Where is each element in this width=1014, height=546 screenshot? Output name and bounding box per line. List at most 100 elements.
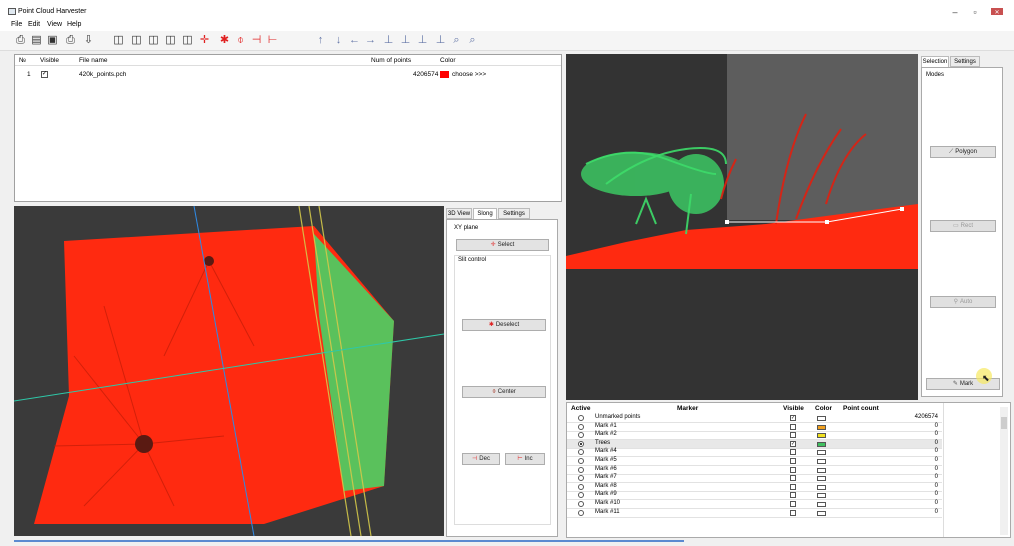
marker-color-swatch[interactable] [817,416,826,421]
tab-selection[interactable]: Selection [921,56,949,67]
marker-active-radio[interactable] [578,458,584,464]
cube-view-4-icon[interactable]: ◫ [164,34,177,47]
marker-row[interactable]: Mark #7 0 [567,474,942,484]
menu-help[interactable]: Help [67,21,81,28]
auto-button[interactable]: ⚲ Auto [930,296,996,308]
cube-view-3-icon[interactable]: ◫ [147,34,160,47]
marker-visible-checkbox[interactable] [790,449,796,456]
marker-active-radio[interactable] [578,509,584,516]
marker-visible-checkbox[interactable]: ✓ [790,440,796,447]
marker-row[interactable]: Unmarked points ✓ 4206574 [567,414,942,423]
marker-visible-checkbox[interactable] [790,509,796,516]
axis-4-icon[interactable]: ⊥ [434,34,447,47]
marker-visible-checkbox[interactable] [790,483,796,490]
axis-1-icon[interactable]: ⊥ [382,34,395,47]
file-row-name[interactable]: 420k_points.pch [79,71,126,78]
arrow-left-icon[interactable]: ← [348,34,361,47]
marker-visible-checkbox[interactable] [790,501,796,507]
rect-button[interactable]: ▭ Rect [930,220,996,232]
new-icon[interactable]: ▤ [30,34,43,47]
polygon-button[interactable]: ⟋ Polygon [930,146,996,158]
center-icon[interactable]: ⌽ [234,34,247,47]
marker-active-radio[interactable] [578,440,584,447]
axis-2-icon[interactable]: ⊥ [399,34,412,47]
marker-color-swatch[interactable] [817,450,826,456]
arrow-down-icon[interactable]: ↓ [332,34,345,47]
menu-file[interactable]: File [11,21,22,28]
marker-row[interactable]: Mark #6 0 [567,466,942,475]
marker-active-radio[interactable] [578,501,584,507]
marker-color-swatch[interactable] [817,441,826,447]
dec-button[interactable]: ⊣ Dec [462,453,500,465]
horizontal-scrollbar[interactable] [0,538,1014,546]
marker-color-swatch[interactable] [817,476,826,482]
marker-color-swatch[interactable] [817,467,826,473]
marker-row[interactable]: Mark #10 0 [567,500,942,509]
marker-active-radio[interactable] [578,449,584,456]
tab-slong[interactable]: Slong [473,208,497,219]
arrow-right-icon[interactable]: → [364,34,377,47]
menu-edit[interactable]: Edit [28,21,40,28]
dec-icon[interactable]: ⊣ [250,34,263,47]
file-visible-checkbox[interactable]: ✓ [41,71,48,78]
marker-row[interactable]: Mark #8 0 [567,483,942,492]
export-icon[interactable]: ⇩ [82,34,95,47]
save-icon[interactable]: ▣ [46,34,59,47]
marker-visible-checkbox[interactable] [790,432,796,439]
print-icon[interactable]: ⎙ [14,34,27,47]
marker-color-swatch[interactable] [817,502,826,507]
zoom-out-icon[interactable]: ⌕ [466,34,479,47]
marker-active-radio[interactable] [578,483,584,490]
marker-visible-checkbox[interactable] [790,492,796,499]
marker-active-radio[interactable] [578,423,584,430]
marker-row[interactable]: Mark #4 0 [567,448,942,458]
axis-3-icon[interactable]: ⊥ [416,34,429,47]
close-icon[interactable]: ✕ [990,6,1004,18]
marker-row[interactable]: Trees ✓ 0 [567,439,942,449]
marker-visible-checkbox[interactable]: ✓ [790,415,796,421]
cube-view-2-icon[interactable]: ◫ [130,34,143,47]
arrow-up-icon[interactable]: ↑ [314,34,327,47]
marker-color-swatch[interactable] [817,459,826,464]
marker-active-radio[interactable] [578,432,584,439]
cube-view-5-icon[interactable]: ◫ [181,34,194,47]
tab-settings-mid[interactable]: Settings [498,208,530,219]
file-color-choose[interactable]: choose >>> [452,71,486,78]
marker-row[interactable]: Mark #5 0 [567,457,942,466]
marker-row[interactable]: Mark #11 0 [567,509,942,518]
marker-row[interactable]: Mark #9 0 [567,491,942,501]
menu-view[interactable]: View [47,21,62,28]
marker-color-swatch[interactable] [817,433,826,439]
marker-color-swatch[interactable] [817,484,826,490]
marker-row[interactable]: Mark #1 0 [567,423,942,432]
select-button[interactable]: ✛ Select [456,239,549,251]
marker-visible-checkbox[interactable] [790,423,796,430]
marker-row[interactable]: Mark #2 0 [567,431,942,441]
add-slit-icon[interactable]: ✛ [198,34,211,47]
deselect-button[interactable]: ✱ Deselect [462,319,546,331]
file-color-swatch[interactable] [440,71,449,78]
marker-scrollbar[interactable] [1000,407,1008,535]
marker-active-radio[interactable] [578,415,584,421]
restore-icon[interactable]: ▫ [968,6,982,18]
tab-3d-view[interactable]: 3D View [446,208,472,219]
marker-active-radio[interactable] [578,492,584,499]
center-button[interactable]: ⌽ Center [462,386,546,398]
deselect-icon[interactable]: ✱ [218,34,231,47]
marker-color-swatch[interactable] [817,424,826,430]
zoom-in-icon[interactable]: ⌕ [450,34,463,47]
marker-visible-checkbox[interactable] [790,458,796,464]
marker-color-swatch[interactable] [817,510,826,516]
marker-color-swatch[interactable] [817,493,826,499]
marker-visible-checkbox[interactable] [790,475,796,482]
minimize-icon[interactable]: – [948,6,962,18]
3d-viewport[interactable] [566,54,918,400]
cube-view-1-icon[interactable]: ◫ [112,34,125,47]
inc-icon[interactable]: ⊢ [266,34,279,47]
tab-settings-right[interactable]: Settings [950,56,980,67]
xy-plane-viewport[interactable] [14,206,444,536]
marker-active-radio[interactable] [578,466,584,473]
marker-active-radio[interactable] [578,475,584,482]
print2-icon[interactable]: ⎙ [64,34,77,47]
marker-visible-checkbox[interactable] [790,466,796,473]
